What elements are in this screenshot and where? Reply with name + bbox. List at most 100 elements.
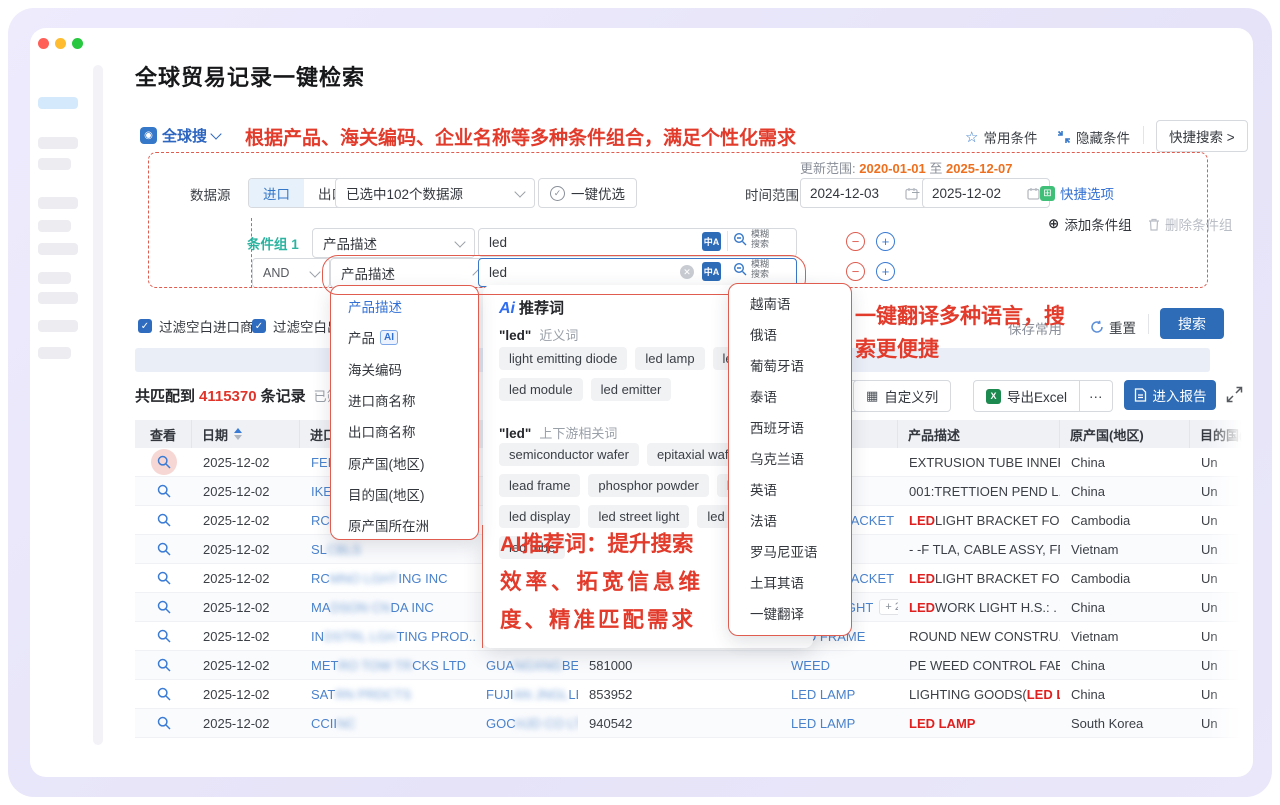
language-option-9[interactable]: 罗马尼亚语 [750,541,818,561]
language-option-2[interactable]: 俄语 [750,324,777,344]
row-product-cell[interactable]: LED LAMP [780,709,898,738]
field-option-1[interactable]: 产品描述 [348,296,402,316]
more-tags-badge[interactable]: + 2 [879,599,898,615]
view-detail-button[interactable] [151,594,177,620]
language-option-11[interactable]: 一键翻译 [750,603,804,623]
row-exporter-cell[interactable]: GOCHJD CO LTD [475,709,578,738]
row-description-cell: LED LIGHT BRACKET FOR... [898,506,1060,535]
hide-conditions-button[interactable]: 隐藏条件 [1057,127,1130,147]
divider [1148,314,1149,334]
ai-related-tag[interactable]: semiconductor wafer [499,443,639,466]
ai-synonym-tag[interactable]: light emitting diode [499,347,627,370]
search-button[interactable]: 搜索 [1160,308,1224,339]
field-option-6[interactable]: 原产国(地区) [348,453,425,473]
product-keyword-link[interactable]: LED LAMP [791,687,855,702]
field-option-2[interactable]: 产品AI [348,327,398,347]
ai-synonym-tag[interactable]: led module [499,378,583,401]
language-option-1[interactable]: 越南语 [750,293,791,313]
description-text: LED [909,600,935,615]
row-view-cell [135,564,192,593]
page-title: 全球贸易记录一键检索 [135,60,365,92]
report-doc-icon [1134,388,1147,402]
field-option-8[interactable]: 原产国所在洲 [348,515,429,535]
filter-blank-importer-label: 过滤空白进口商 [159,316,254,336]
product-keyword-link[interactable]: LED LAMP [791,716,855,731]
field-option-7[interactable]: 目的国(地区) [348,484,425,504]
row-exporter-cell[interactable]: FUJIAN JNGLLEC... [475,680,578,709]
view-detail-button[interactable] [151,536,177,562]
row-date-cell: 2025-12-02 [192,535,300,564]
filter-blank-importer-checkbox[interactable]: ✓ 过滤空白进口商 [138,316,254,336]
row-importer-cell[interactable]: INDSTRL LGHTING PROD... [300,622,475,651]
column-header-8: 产品描述 [898,420,1060,448]
field-option-5[interactable]: 出口商名称 [348,421,416,441]
magnifier-icon [157,629,171,643]
row-importer-cell[interactable]: SATRN PRDCTS [300,680,475,709]
fullscreen-button[interactable] [1226,386,1243,403]
ai-related-tag[interactable]: lead frame [499,474,580,497]
close-window-button[interactable] [38,38,49,49]
enter-report-button[interactable]: 进入报告 [1124,380,1216,410]
description-text: 001:TRETTIOEN PEND L... [909,484,1060,499]
maximize-window-button[interactable] [72,38,83,49]
field-option-label: 出口商名称 [348,421,416,441]
field-option-label: 海关编码 [348,359,402,379]
language-option-10[interactable]: 土耳其语 [750,572,804,592]
sort-icon[interactable] [234,428,242,440]
exporter-link-blurred: HJD CO LTD [516,716,578,731]
field-option-label: 原产国(地区) [348,453,425,473]
importer-link: RC [311,571,330,586]
sidebar-skeleton-bar [38,272,71,284]
view-detail-button[interactable] [151,623,177,649]
column-header-1: 查看 [135,420,192,448]
product-keyword-link[interactable]: WEED [791,658,830,673]
field-option-3[interactable]: 海关编码 [348,359,402,379]
row-product-cell[interactable]: LED LAMP [780,680,898,709]
magnifier-icon [157,716,171,730]
ai-related-tag[interactable]: phosphor powder [588,474,708,497]
row-exporter-cell[interactable]: GUANGXNGBE H... [475,651,578,680]
magnifier-icon [157,600,171,614]
annotation-translate-text: 一键翻译多种语言，搜 索更便捷 [855,300,1115,366]
row-importer-cell[interactable]: CCIINC [300,709,475,738]
ai-synonym-tag[interactable]: led lamp [635,347,704,370]
favorite-conditions-button[interactable]: ☆ 常用条件 [965,127,1037,147]
column-header-2[interactable]: 日期 [192,420,300,448]
app-window: 全球贸易记录一键检索 ◉ 全球搜 ☆ 常用条件 隐藏条件 快捷搜索 > 更新范围… [30,28,1253,777]
row-importer-cell[interactable]: METRO TOW TRCKS LTD [300,651,475,680]
customize-columns-button[interactable]: ▦ 自定义列 [853,380,951,412]
export-excel-label: 导出Excel [1007,386,1067,406]
row-product-cell[interactable]: WEED [780,651,898,680]
view-detail-button[interactable] [151,565,177,591]
annotation-ai-text: AI推荐词：提升搜索 效率、拓宽信息维 度、精准匹配需求 [500,525,704,639]
export-excel-button[interactable]: X 导出Excel [973,380,1080,412]
field-option-4[interactable]: 进口商名称 [348,390,416,410]
language-option-8[interactable]: 法语 [750,510,777,530]
view-detail-button[interactable] [151,681,177,707]
view-detail-button[interactable] [151,449,177,475]
view-detail-button[interactable] [151,478,177,504]
row-importer-cell[interactable]: RCMNO LGHTING INC [300,564,475,593]
language-option-5[interactable]: 西班牙语 [750,417,804,437]
view-detail-button[interactable] [151,652,177,678]
language-option-6[interactable]: 乌克兰语 [750,448,804,468]
description-text: LIGHT BRACKET FOR... [935,571,1060,586]
row-view-cell [135,709,192,738]
exporter-link: GOC [486,716,516,731]
language-option-7[interactable]: 英语 [750,479,777,499]
row-view-cell [135,535,192,564]
row-importer-cell[interactable]: MADSON CNDA INC [300,593,475,622]
minimize-window-button[interactable] [55,38,66,49]
view-detail-button[interactable] [151,710,177,736]
row-description-cell: LED WORK LIGHT H.S.: . .... [898,593,1060,622]
language-option-3[interactable]: 葡萄牙语 [750,355,804,375]
collapse-icon [1057,130,1071,144]
ai-logo-icon: Ai [499,300,515,318]
row-view-cell [135,593,192,622]
view-detail-button[interactable] [151,507,177,533]
quick-search-button[interactable]: 快捷搜索 > [1156,120,1248,152]
ai-synonym-tag[interactable]: led emitter [591,378,672,401]
language-option-4[interactable]: 泰语 [750,386,777,406]
global-search-scope-dropdown[interactable]: ◉ 全球搜 [140,125,220,146]
more-export-options-button[interactable]: ··· [1080,380,1113,412]
